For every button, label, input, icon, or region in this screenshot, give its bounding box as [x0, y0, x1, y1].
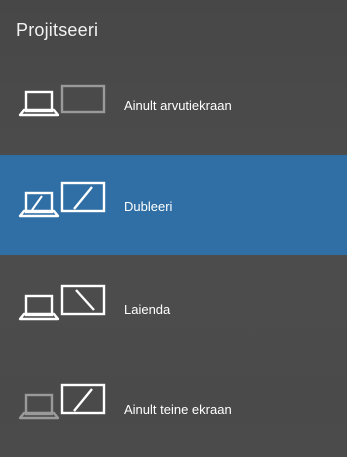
option-label: Laienda: [124, 302, 171, 317]
extend-icon: [18, 284, 106, 321]
option-label: Ainult teine ekraan: [124, 402, 232, 417]
project-panel: Projitseeri Ainult arvutiekraan Dubleeri: [0, 0, 347, 423]
option-duplicate[interactable]: Dubleeri: [0, 155, 347, 255]
option-label: Ainult arvutiekraan: [124, 98, 232, 113]
panel-title: Projitseeri: [16, 20, 99, 40]
duplicate-icon: [18, 181, 106, 218]
option-label: Dubleeri: [124, 199, 173, 214]
option-pc-screen-only[interactable]: Ainult arvutiekraan: [0, 52, 347, 152]
option-second-screen-only[interactable]: Ainult teine ekraan: [0, 357, 347, 457]
pc-screen-only-icon: [18, 84, 106, 117]
option-extend[interactable]: Laienda: [0, 256, 347, 356]
second-screen-only-icon: [18, 383, 106, 420]
